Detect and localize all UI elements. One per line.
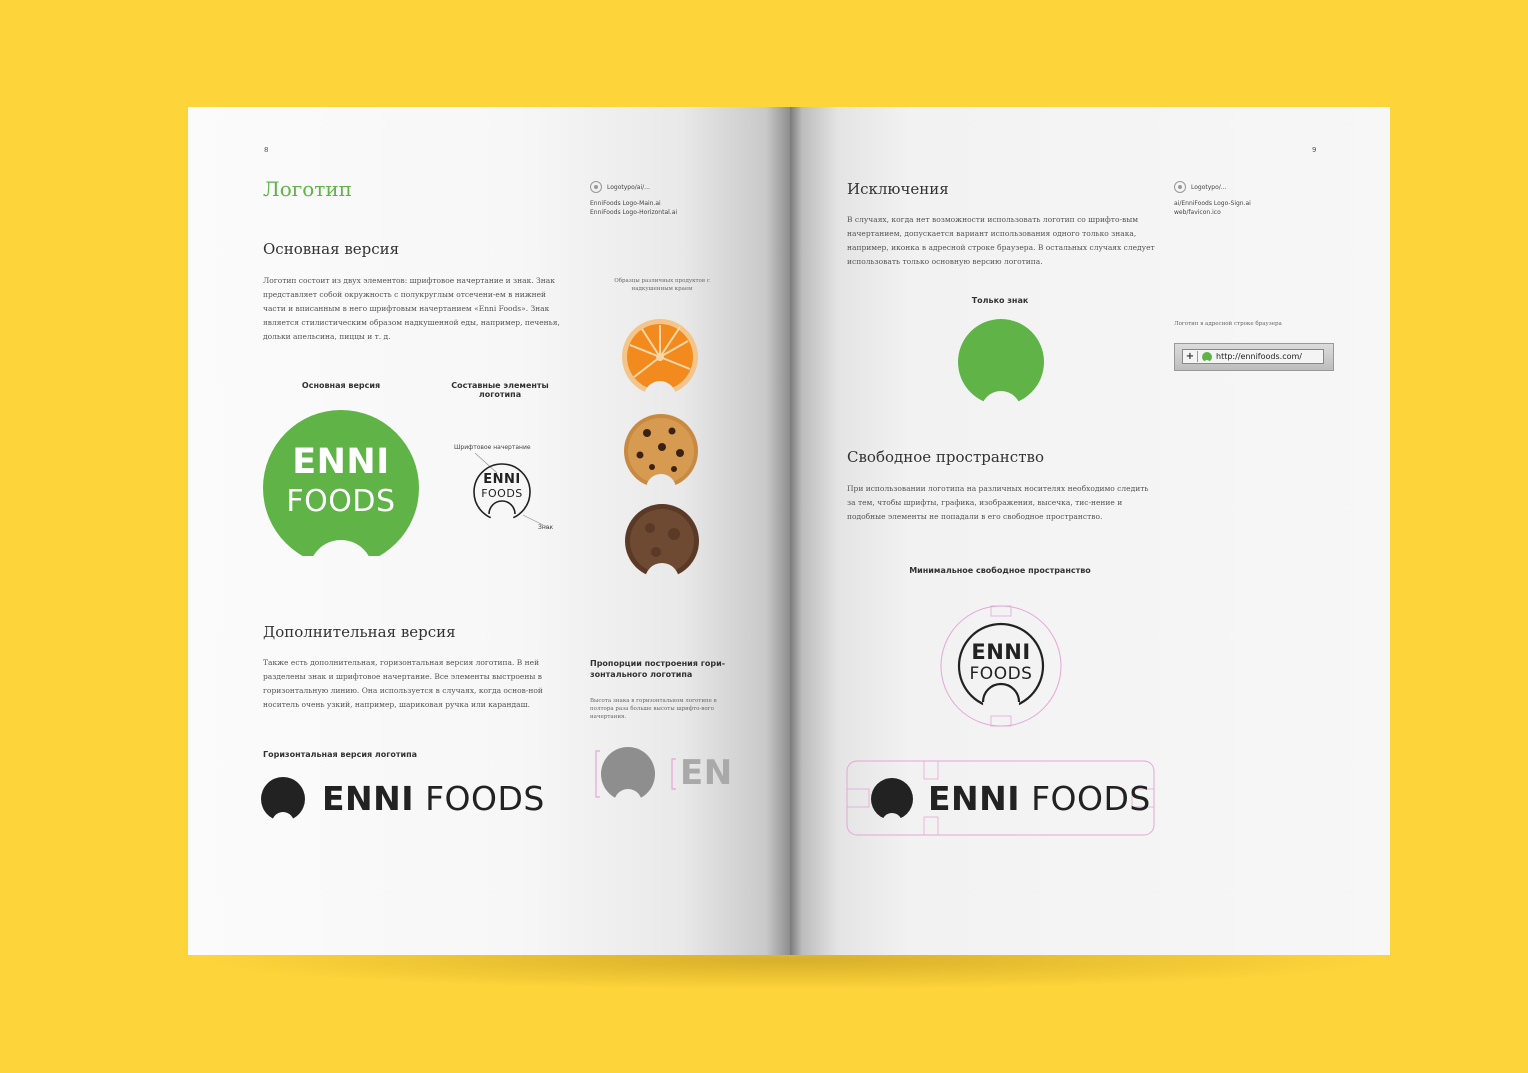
section-body-main: Логотип состоит из двух элементов: шрифт… — [263, 276, 560, 341]
wordmark-light: FOODS — [425, 779, 545, 818]
section-title-main: Основная версия — [263, 240, 400, 258]
proportions-body: Высота знака в горизонтальном логотипе в… — [590, 698, 717, 720]
chocolate-cookie-image — [625, 504, 699, 578]
wordmark-light: FOODS — [1031, 779, 1151, 818]
page-number: 8 — [264, 146, 269, 154]
products-caption: Образцы различных продуктов с надкушенны… — [614, 278, 710, 292]
disc-icon — [590, 181, 602, 193]
file-path: Logotypo/... — [1191, 183, 1227, 191]
small-logo-line1: ENNI — [483, 472, 521, 487]
favicon-icon — [1202, 351, 1212, 362]
main-logo-green — [263, 410, 419, 556]
address-field[interactable]: + http://ennifoods.com/ — [1182, 349, 1324, 364]
browser-url[interactable]: http://ennifoods.com/ — [1216, 352, 1302, 361]
orange-slice-image — [622, 319, 698, 395]
wordmark-bold: ENNI — [928, 779, 1021, 818]
plus-icon[interactable]: + — [1183, 351, 1198, 362]
left-page: 8 Логотип Logotypo/ai/... EnniFoods Logo… — [188, 107, 790, 955]
main-logo-line2: FOODS — [286, 484, 396, 519]
horizontal-logo-sign — [261, 777, 305, 821]
sign-only-green — [958, 319, 1044, 403]
browser-caption: Логотип в адресной строке браузера — [1174, 321, 1282, 327]
cookie-image — [624, 414, 698, 488]
horizontal-wordmark: ENNI FOODS — [322, 777, 545, 821]
section-title-space: Свободное пространство — [847, 448, 1044, 466]
right-page: 9 Исключения Logotypo/... ai/EnniFoods L… — [790, 107, 1390, 955]
elements-caption: Составные элементы логотипа — [451, 381, 549, 399]
file-path: Logotypo/ai/... — [607, 183, 650, 191]
sign-only-caption: Только знак — [971, 296, 1029, 305]
file-name-2: EnniFoods Logo-Horizontal.ai — [590, 209, 678, 216]
file-name-1: EnniFoods Logo-Main.ai — [590, 200, 661, 207]
min-space-caption: Минимальное свободное пространство — [909, 566, 1091, 575]
disc-icon — [1174, 181, 1186, 193]
page-title: Логотип — [263, 177, 352, 201]
horizontal-caption: Горизонтальная версия логотипа — [263, 750, 418, 759]
proportions-glyphs: EN — [680, 753, 733, 793]
proportions-caption: Пропорции построения гори-зонтального ло… — [590, 659, 726, 679]
main-logo-line1: ENNI — [292, 442, 390, 482]
wordmark-bold: ENNI — [322, 779, 415, 818]
exceptions-body: В случаях, когда нет возможности использ… — [847, 215, 1155, 266]
page-title: Исключения — [847, 180, 949, 198]
file-name-1: ai/EnniFoods Logo-Sign.ai — [1174, 200, 1251, 207]
clear-space-logo-line1: ENNI — [971, 640, 1031, 664]
small-logo-line2: FOODS — [481, 487, 523, 500]
section-title-extra: Дополнительная версия — [263, 623, 456, 641]
page-number: 9 — [1312, 146, 1317, 154]
file-name-2: web/favicon.ico — [1174, 209, 1221, 216]
font-label: Шрифтовое начертание — [454, 444, 531, 451]
clear-space-horizontal-wordmark: ENNI FOODS — [928, 777, 1151, 821]
file-path-block: Logotypo/... ai/EnniFoods Logo-Sign.ai w… — [1174, 181, 1344, 217]
file-path-block: Logotypo/ai/... EnniFoods Logo-Main.ai E… — [590, 181, 760, 217]
sign-label: Знак — [538, 524, 554, 531]
section-body-extra: Также есть дополнительная, горизонтальна… — [263, 658, 543, 709]
section-body-space: При использовании логотипа на различных … — [847, 484, 1149, 521]
main-version-caption: Основная версия — [301, 381, 381, 390]
clear-space-logo-line2: FOODS — [969, 664, 1033, 684]
browser-address-bar: + http://ennifoods.com/ — [1174, 343, 1334, 371]
